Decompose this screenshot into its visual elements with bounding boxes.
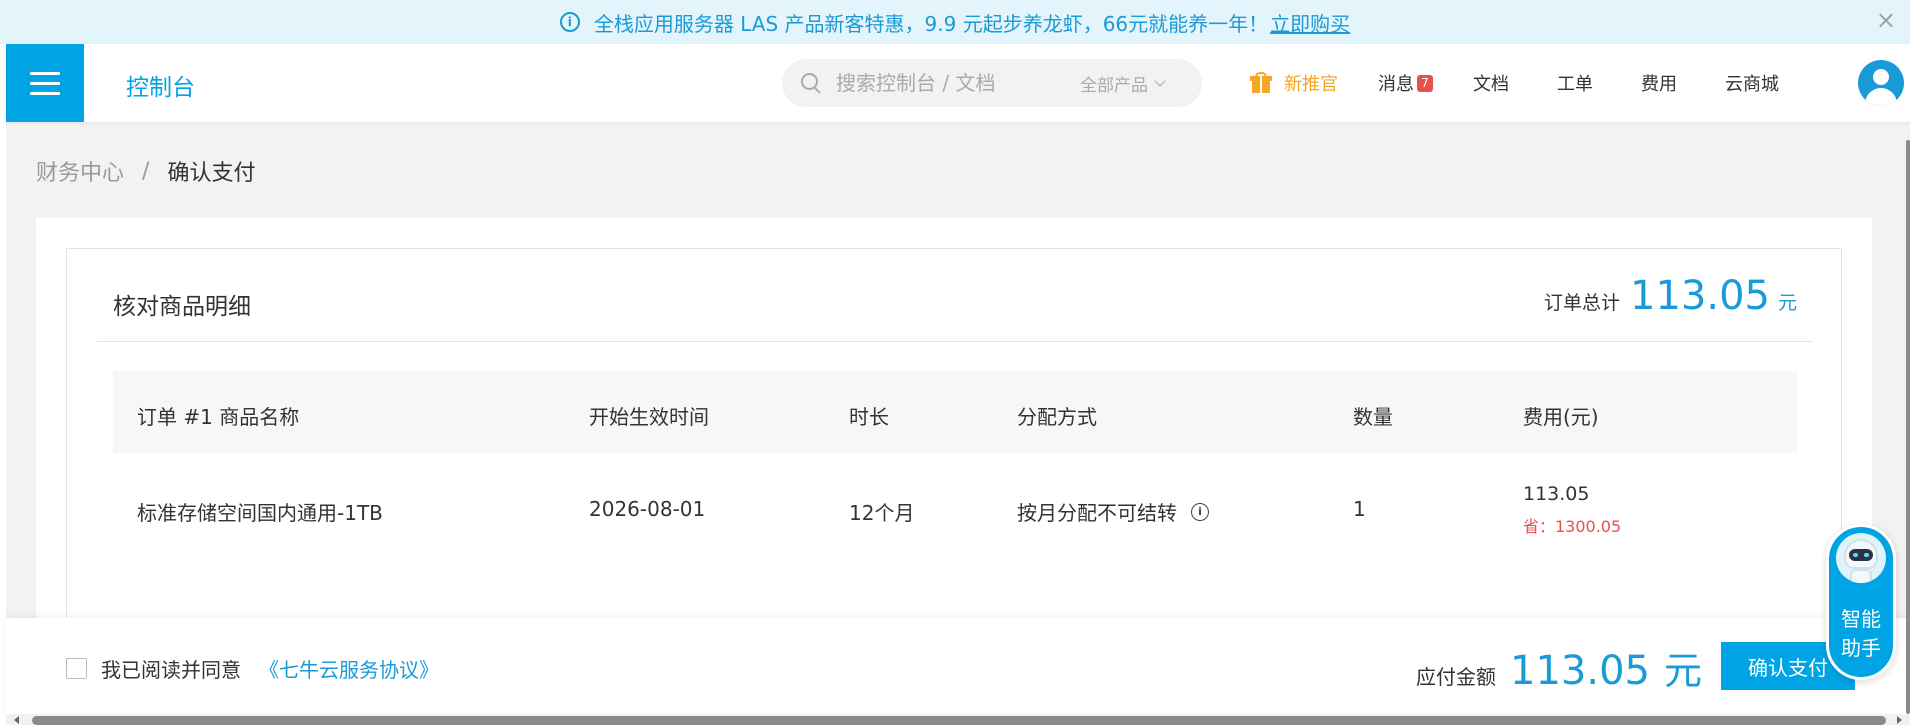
search-input[interactable] — [836, 71, 1066, 95]
fee-saved: 省：1300.05 — [1523, 517, 1622, 536]
card-title: 核对商品明细 — [113, 294, 251, 320]
order-total-amount: 113.05 — [1630, 273, 1770, 319]
nav-item-tickets[interactable]: 工单 — [1557, 70, 1593, 96]
payable-label: 应付金额 — [1416, 665, 1496, 689]
console-title[interactable]: 控制台 — [126, 68, 195, 102]
close-icon[interactable]: × — [1876, 6, 1896, 34]
nav-item-billing-label: 费用 — [1641, 74, 1677, 95]
payment-bar: 我已阅读并同意 《七牛云服务协议》 应付金额 113.05 元 确认支付 — [6, 618, 1910, 714]
payable-amount: 113.05 — [1510, 648, 1650, 694]
messages-badge: 7 — [1417, 74, 1433, 92]
top-navigation: 控制台 全部产品 新推官 消息 7 文档 工单 费用 云商城 — [6, 44, 1910, 122]
column-header-quantity: 数量 — [1353, 405, 1393, 429]
nav-item-billing[interactable]: 费用 — [1641, 70, 1677, 96]
search-bar: 全部产品 — [782, 59, 1202, 107]
nav-item-messages-label: 消息 — [1378, 74, 1414, 95]
duration: 12个月 — [849, 501, 915, 525]
scrollbar-thumb[interactable] — [32, 716, 1886, 725]
horizontal-scrollbar[interactable] — [6, 714, 1910, 725]
column-header-name: 订单 #1 商品名称 — [137, 405, 300, 429]
allocation-method: 按月分配不可结转 i — [1017, 497, 1209, 526]
assistant-label: 智能助手 — [1829, 605, 1893, 663]
agreement-checkbox[interactable] — [66, 658, 87, 679]
nav-item-docs-label: 文档 — [1473, 74, 1509, 95]
allocation-method-label: 按月分配不可结转 — [1017, 501, 1177, 525]
vertical-scrollbar[interactable] — [1906, 140, 1910, 714]
payable-unit: 元 — [1663, 649, 1702, 693]
agreement-text: 我已阅读并同意 — [101, 658, 241, 682]
order-total-label: 订单总计 — [1544, 292, 1621, 314]
nav-links: 新推官 消息 7 文档 工单 费用 云商城 — [1250, 44, 1779, 122]
menu-button[interactable] — [6, 44, 84, 122]
gift-icon — [1250, 72, 1272, 94]
service-agreement-link[interactable]: 《七牛云服务协议》 — [259, 654, 439, 683]
breadcrumb-current: 确认支付 — [167, 161, 256, 186]
payable-total: 应付金额 113.05 元 — [1416, 640, 1702, 695]
fee-value: 113.05 — [1523, 483, 1590, 505]
fee-cell: 113.05 省：1300.05 — [1523, 483, 1621, 537]
hamburger-icon-line — [30, 91, 60, 95]
robot-icon — [1836, 533, 1886, 583]
breadcrumb-separator: / — [142, 158, 150, 184]
nav-item-docs[interactable]: 文档 — [1473, 70, 1509, 96]
user-icon-body — [1865, 88, 1897, 106]
agreement: 我已阅读并同意 《七牛云服务协议》 — [66, 654, 439, 683]
banner-buy-link[interactable]: 立即购买 — [1270, 8, 1350, 37]
nav-item-messages[interactable]: 消息 7 — [1378, 70, 1433, 96]
product-name: 标准存储空间国内通用-1TB — [137, 501, 383, 525]
breadcrumb: 财务中心 / 确认支付 — [36, 155, 255, 187]
main-panel: 核对商品明细 订单总计 113.05 元 订单 #1 商品名称 开始生效时间 时… — [36, 218, 1872, 638]
nav-item-new-label: 新推官 — [1284, 74, 1338, 95]
user-icon-head — [1873, 69, 1889, 85]
chevron-down-icon — [1154, 75, 1166, 87]
column-header-start: 开始生效时间 — [589, 405, 709, 429]
scroll-left-arrow-icon[interactable] — [14, 716, 19, 724]
hamburger-icon-line — [30, 71, 60, 75]
breadcrumb-finance-center[interactable]: 财务中心 — [36, 155, 124, 187]
start-date: 2026-08-01 — [589, 497, 706, 521]
column-header-duration: 时长 — [849, 405, 889, 429]
info-icon[interactable]: i — [1191, 502, 1209, 521]
divider — [97, 341, 1813, 342]
hamburger-icon-line — [30, 81, 60, 85]
assistant-label-text: 智能助手 — [1841, 607, 1881, 660]
smart-assistant-button[interactable]: 智能助手 — [1826, 524, 1896, 680]
quantity: 1 — [1353, 497, 1366, 521]
order-total: 订单总计 113.05 元 — [1544, 273, 1797, 319]
nav-item-new[interactable]: 新推官 — [1250, 70, 1338, 96]
info-icon: i — [559, 12, 580, 32]
nav-item-marketplace-label: 云商城 — [1725, 74, 1779, 95]
column-header-allocation: 分配方式 — [1017, 405, 1097, 429]
product-filter-select[interactable]: 全部产品 — [1080, 71, 1166, 96]
table-row: 标准存储空间国内通用-1TB 2026-08-01 12个月 按月分配不可结转 … — [113, 453, 1797, 563]
search-icon — [800, 72, 822, 94]
table-header: 订单 #1 商品名称 开始生效时间 时长 分配方式 数量 费用(元) — [113, 371, 1797, 453]
nav-item-tickets-label: 工单 — [1557, 74, 1593, 95]
avatar[interactable] — [1858, 60, 1904, 106]
column-header-fee: 费用(元) — [1523, 405, 1599, 429]
scroll-right-arrow-icon[interactable] — [1897, 716, 1902, 724]
nav-item-marketplace[interactable]: 云商城 — [1725, 70, 1779, 96]
order-detail-card: 核对商品明细 订单总计 113.05 元 订单 #1 商品名称 开始生效时间 时… — [66, 248, 1842, 638]
promo-banner: i 全栈应用服务器 LAS 产品新客特惠，9.9 元起步养龙虾，66元就能养一年… — [0, 0, 1910, 44]
banner-text: 全栈应用服务器 LAS 产品新客特惠，9.9 元起步养龙虾，66元就能养一年！ — [593, 11, 1269, 36]
product-filter-label: 全部产品 — [1080, 75, 1148, 96]
order-total-unit: 元 — [1777, 292, 1797, 314]
